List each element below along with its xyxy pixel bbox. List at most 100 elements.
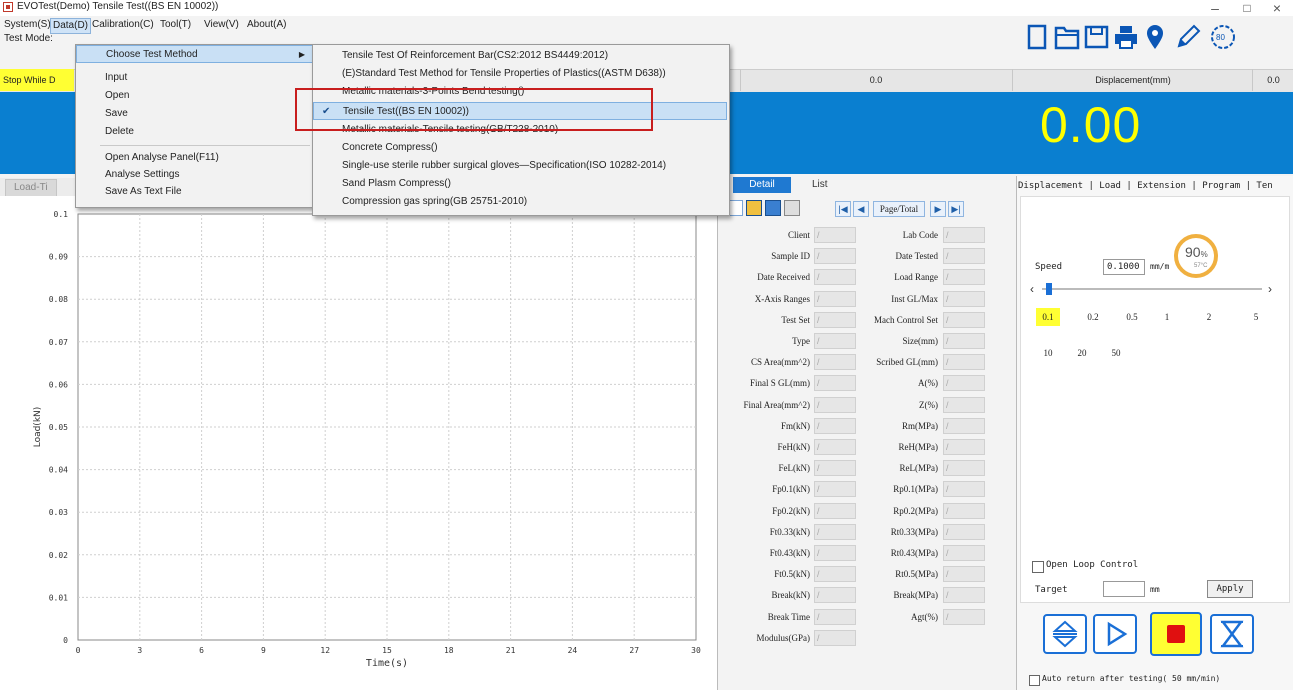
first-page-button[interactable]: |◀ [835, 201, 851, 217]
minimize-button[interactable]: – [1200, 0, 1230, 16]
detail-field-input[interactable] [943, 333, 985, 349]
slider-right-arrow[interactable]: › [1268, 282, 1272, 296]
detail-field-input[interactable] [943, 502, 985, 519]
menu-about[interactable]: About(A) [247, 18, 286, 32]
menu-item-open[interactable]: Open [76, 87, 314, 105]
edit-icon[interactable] [1173, 22, 1201, 52]
detail-field-input[interactable] [943, 439, 985, 455]
detail-field-input[interactable] [943, 460, 985, 477]
save-icon[interactable] [1083, 22, 1111, 52]
test-method-item[interactable]: Concrete Compress() [313, 139, 727, 157]
prev-page-button[interactable]: ◀ [853, 201, 869, 217]
new-icon[interactable] [1024, 22, 1052, 52]
speed-icon[interactable]: 80 [1208, 22, 1236, 52]
detail-field-label: Scribed GL(mm) [876, 357, 938, 368]
control-content [1020, 196, 1290, 603]
detail-field-label: X-Axis Ranges [754, 293, 810, 304]
detail-field-input[interactable] [943, 375, 985, 392]
menu-system[interactable]: System(S) [4, 18, 51, 32]
detail-field-input[interactable] [943, 354, 985, 371]
detail-field-input[interactable] [943, 227, 985, 243]
speed-option[interactable]: 2 [1197, 308, 1221, 326]
speed-option[interactable]: 50 [1104, 344, 1128, 362]
menu-bar: System(S) Data(D) Calibration(C) Tool(T)… [0, 18, 740, 34]
test-method-item[interactable]: (E)Standard Test Method for Tensile Prop… [313, 65, 727, 83]
detail-field-input[interactable] [943, 396, 985, 413]
location-icon[interactable] [1143, 22, 1171, 52]
jog-button[interactable] [1043, 614, 1087, 654]
detail-field-input[interactable] [943, 523, 985, 540]
menu-item-open-analyse-panel[interactable]: Open Analyse Panel(F11) [76, 149, 314, 167]
detail-field-label: Break(kN) [771, 590, 810, 601]
speed-slider-handle[interactable] [1046, 283, 1052, 295]
chart-x-tick-label: 6 [199, 646, 204, 655]
menu-tool[interactable]: Tool(T) [160, 18, 191, 32]
menu-item-input[interactable]: Input [76, 69, 314, 87]
chart-y-tick-label: 0.05 [49, 423, 68, 432]
speed-option[interactable]: 20 [1070, 344, 1094, 362]
menu-item-analyse-settings[interactable]: Analyse Settings [76, 166, 314, 184]
menu-item-delete[interactable]: Delete [76, 123, 314, 141]
tab-load-time[interactable]: Load-Ti [5, 179, 57, 197]
test-method-item[interactable]: Tensile Test Of Reinforcement Bar(CS2:20… [313, 47, 727, 65]
detail-field-input[interactable] [943, 248, 985, 265]
open-record-icon[interactable] [746, 200, 762, 216]
stop-button[interactable] [1150, 612, 1202, 656]
target-input[interactable] [1103, 581, 1145, 597]
detail-field-input[interactable] [943, 290, 985, 307]
detail-field-input[interactable] [943, 481, 985, 498]
menu-calibration[interactable]: Calibration(C) [92, 18, 154, 32]
speed-option[interactable]: 0.1 [1036, 308, 1060, 326]
play-button[interactable] [1093, 614, 1137, 654]
test-method-item[interactable]: Single-use sterile rubber surgical glove… [313, 157, 727, 175]
menu-data[interactable]: Data(D) [50, 18, 92, 34]
menu-item-choose-test-method[interactable]: Choose Test Method ▶ [76, 45, 314, 63]
open-loop-checkbox[interactable] [1032, 561, 1044, 573]
reset-button[interactable] [1210, 614, 1254, 654]
open-icon[interactable] [1053, 22, 1081, 52]
selection-highlight-box [295, 88, 653, 131]
apply-button[interactable]: Apply [1207, 580, 1253, 598]
auto-return-checkbox[interactable] [1029, 675, 1040, 686]
chart-y-tick-label: 0.08 [49, 295, 68, 304]
speed-option[interactable]: 5 [1244, 308, 1268, 326]
detail-field-input[interactable] [943, 417, 985, 434]
test-method-item[interactable]: Compression gas spring(GB 25751-2010) [313, 193, 727, 211]
detail-field-input[interactable] [943, 269, 985, 286]
last-page-button[interactable]: ▶| [948, 201, 964, 217]
menu-item-save-as-text[interactable]: Save As Text File [76, 183, 314, 201]
menu-item-save[interactable]: Save [76, 105, 314, 123]
menu-view[interactable]: View(V) [204, 18, 239, 32]
tab-detail[interactable]: Detail [733, 177, 791, 193]
detail-field-input[interactable] [943, 608, 985, 625]
chart-y-tick-label: 0 [63, 636, 68, 645]
detail-field-label: FeL(kN) [778, 463, 811, 474]
close-button[interactable]: × [1262, 0, 1292, 16]
save-record-icon[interactable] [765, 200, 781, 216]
speed-option[interactable]: 0.5 [1120, 308, 1144, 326]
detail-field-input[interactable] [943, 311, 985, 328]
data-menu-dropdown: Choose Test Method ▶ Input Open Save Del… [75, 44, 317, 208]
chart-x-axis-label: Time(s) [366, 658, 408, 669]
print-icon[interactable] [1112, 22, 1140, 52]
speed-option[interactable]: 1 [1155, 308, 1179, 326]
stop-while-indicator[interactable]: Stop While D [0, 69, 74, 91]
tab-list[interactable]: List [812, 177, 828, 193]
detail-field-label: FeH(kN) [777, 442, 811, 452]
print-record-icon[interactable] [784, 200, 800, 216]
speed-option[interactable]: 10 [1036, 344, 1060, 362]
chart-y-tick-label: 0.04 [49, 466, 68, 475]
speed-option[interactable]: 0.2 [1081, 308, 1105, 326]
detail-field-input[interactable] [814, 629, 856, 646]
speed-slider-track[interactable] [1042, 288, 1262, 290]
maximize-button[interactable]: □ [1232, 0, 1262, 16]
detail-field-input[interactable] [943, 566, 985, 583]
detail-field-input[interactable] [943, 545, 985, 561]
next-page-button[interactable]: ▶ [930, 201, 946, 217]
slider-left-arrow[interactable]: ‹ [1030, 282, 1034, 296]
detail-field-label: Lab Code [902, 230, 938, 240]
detail-field-input[interactable] [943, 587, 985, 604]
control-tabs[interactable]: Displacement | Load | Extension | Progra… [1018, 178, 1290, 194]
speed-input[interactable]: 0.1000 [1103, 259, 1145, 275]
test-method-item[interactable]: Sand Plasm Compress() [313, 175, 727, 193]
